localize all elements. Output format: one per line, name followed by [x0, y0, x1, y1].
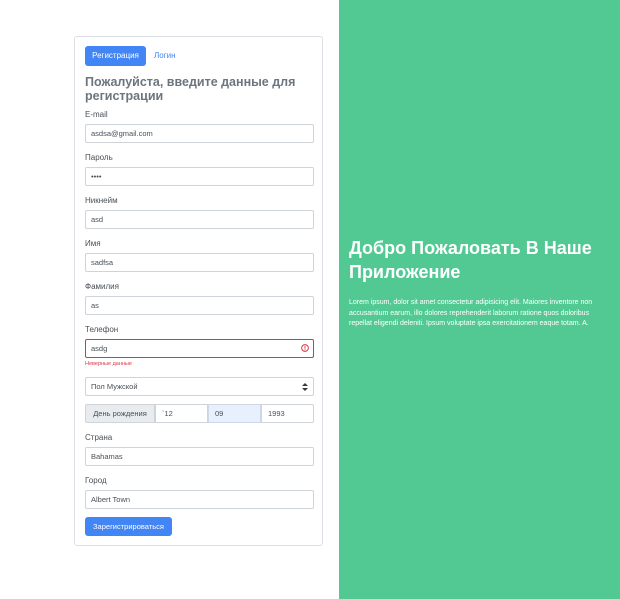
birthday-month-input[interactable]: 09 [208, 404, 261, 423]
phone-field[interactable]: asdg [85, 339, 314, 358]
nickname-field[interactable]: asd [85, 210, 314, 229]
birthday-year-input[interactable]: 1993 [261, 404, 314, 423]
last-name-field[interactable]: as [85, 296, 314, 315]
welcome-text: Lorem ipsum, dolor sit amet consectetur … [349, 299, 593, 327]
birthday-label: День рождения [85, 404, 155, 423]
select-arrows-icon [302, 383, 308, 391]
birthday-group: День рождения `12 09 1993 [85, 404, 314, 423]
register-button[interactable]: Зарегистрироваться [85, 517, 172, 536]
gender-select[interactable]: Пол Мужской [85, 377, 314, 396]
tab-login[interactable]: Логин [154, 46, 176, 66]
city-label: Город [85, 476, 107, 485]
country-field[interactable]: Bahamas [85, 447, 314, 466]
city-field[interactable]: Albert Town [85, 490, 314, 509]
email-label: E-mail [85, 110, 108, 119]
first-name-label: Имя [85, 239, 101, 248]
gender-value: Пол Мужской [91, 382, 138, 391]
welcome-panel: Добро Пожаловать В Наше Приложение Lorem… [339, 0, 620, 599]
page-title: Пожалуйста, введите данные для регистрац… [85, 75, 296, 103]
phone-value: asdg [91, 344, 108, 353]
email-field[interactable]: asdsa@gmail.com [85, 124, 314, 143]
nickname-label: Никнейм [85, 196, 118, 205]
registration-card: Регистрация Логин Пожалуйста, введите да… [74, 36, 323, 546]
first-name-field[interactable]: sadfsa [85, 253, 314, 272]
password-label: Пароль [85, 153, 113, 162]
password-field[interactable]: •••• [85, 167, 314, 186]
last-name-label: Фамилия [85, 282, 119, 291]
country-label: Страна [85, 433, 113, 442]
phone-label: Телефон [85, 325, 119, 334]
phone-error-message: Неверные данные [85, 361, 132, 367]
left-pane: Регистрация Логин Пожалуйста, введите да… [0, 0, 339, 599]
tab-register[interactable]: Регистрация [85, 46, 146, 66]
birthday-day-input[interactable]: `12 [155, 404, 208, 423]
welcome-title: Добро Пожаловать В Наше Приложение [349, 238, 592, 282]
error-icon [301, 344, 309, 352]
